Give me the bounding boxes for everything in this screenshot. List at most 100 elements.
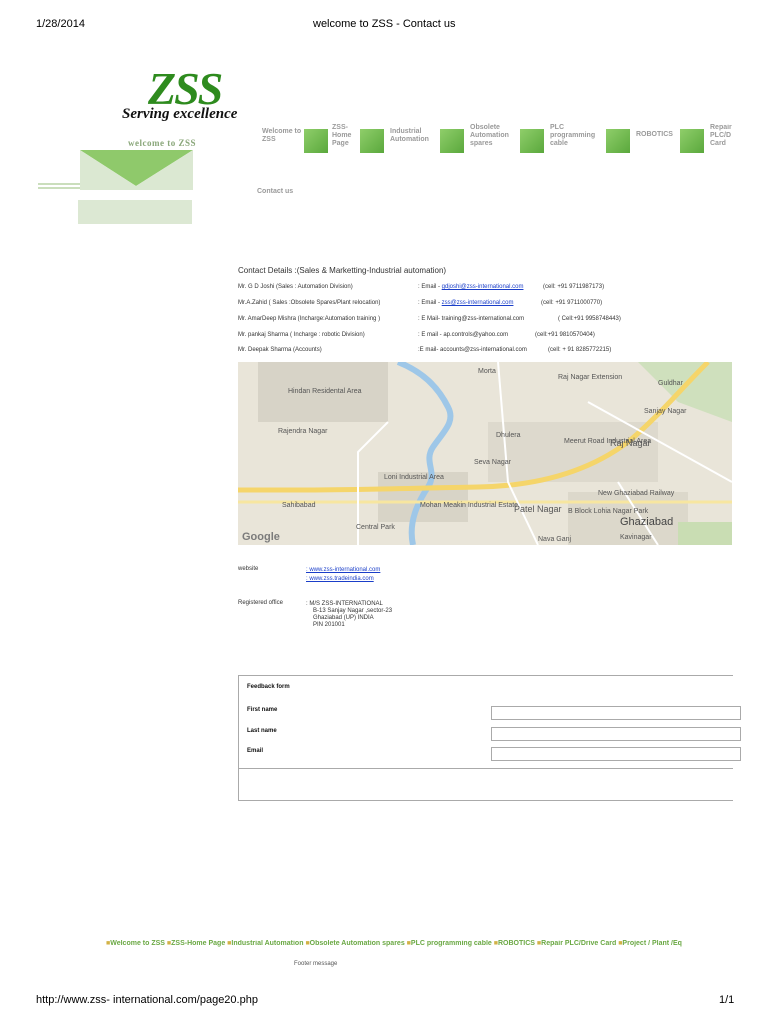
location-map[interactable]: Hindan Residental Area Rajendra Nagar Lo… (238, 362, 732, 545)
footer-link[interactable]: Industrial Automation (231, 940, 303, 947)
print-date: 1/28/2014 (36, 18, 85, 30)
map-label: Dhulera (496, 432, 521, 439)
last-name-label: Last name (247, 728, 277, 734)
map-label: Raj Nagar Extension (558, 374, 623, 381)
email-label: Email (247, 748, 264, 754)
nav-contact-us[interactable]: Contact us (257, 188, 293, 195)
email-link[interactable]: zss@zss-international.com (442, 300, 514, 306)
footer-link[interactable]: PLC programming cable (411, 940, 492, 947)
first-name-label: First name (247, 707, 278, 713)
contact-name: Mr.A.Zahid ( Sales :Obsolete Spares/Plan… (238, 300, 381, 306)
zss-logo[interactable]: ZSS Serving excellence (122, 62, 262, 128)
map-label: Meerut Road Industrial Area (564, 438, 652, 445)
footer-link[interactable]: Repair PLC/Drive Card (541, 940, 616, 947)
email-link[interactable]: gdjoshi@zss-international.com (442, 284, 524, 290)
contact-email: : E Mail- training@zss-international.com (418, 316, 524, 322)
map-label: Nava Ganj (538, 536, 572, 543)
nav-welcome[interactable]: Welcome to ZSS (262, 128, 306, 144)
map-label: Morta (478, 368, 496, 375)
nav-separator-icon (440, 129, 464, 153)
map-label: B Block Lohia Nagar Park (568, 508, 649, 515)
email-prefix: : E mail - (418, 332, 444, 338)
website-link[interactable]: : www.zss.tradeindia.com (306, 576, 374, 582)
contact-name: Mr. pankaj Sharma ( Incharge : robotic D… (238, 332, 365, 338)
map-label: Mohan Meakin Industrial Estate (420, 502, 519, 509)
envelope-icon (38, 150, 193, 190)
contact-details-title: Contact Details :(Sales & Marketting-Ind… (238, 266, 447, 275)
website-label: website (238, 566, 259, 572)
contact-name: Mr. AmarDeep Mishra (Incharge:Automation… (238, 316, 381, 322)
nav-separator-icon (680, 129, 704, 153)
map-label: Sahibabad (282, 502, 316, 509)
footer-link[interactable]: Project / Plant /Eq (622, 940, 682, 947)
contact-row: Mr. Deepak Sharma (Accounts) :E mail- ac… (238, 347, 738, 357)
contact-email: : E mail - ap.controls@yahoo.com (418, 332, 508, 338)
map-label: Guldhar (658, 380, 683, 387)
nav-repair-plc[interactable]: Repair PLC/D Card (710, 124, 732, 148)
footer-link[interactable]: ROBOTICS (498, 940, 535, 947)
google-watermark: Google (242, 531, 280, 543)
nav-separator-icon (606, 129, 630, 153)
print-url: http://www.zss- international.com/page20… (36, 994, 258, 1006)
contact-email: : Email - zss@zss-international.com (418, 300, 513, 306)
office-label: Registered office (238, 600, 283, 606)
last-name-field[interactable] (491, 727, 741, 741)
contact-cell: (cell: +91 9711000770) (541, 300, 603, 306)
nav-home-page[interactable]: ZSS- Home Page (332, 124, 356, 148)
sidebar-welcome-text: welcome to ZSS (128, 138, 196, 148)
contact-row: Mr. G D Joshi (Sales : Automation Divisi… (238, 284, 738, 294)
email-prefix: : E Mail- (418, 316, 442, 322)
footer-link[interactable]: ZSS-Home Page (171, 940, 225, 947)
footer-message: Footer message (294, 961, 338, 967)
contact-name: Mr. G D Joshi (Sales : Automation Divisi… (238, 284, 353, 290)
contact-row: Mr.A.Zahid ( Sales :Obsolete Spares/Plan… (238, 300, 738, 310)
map-label: Central Park (356, 524, 395, 531)
form-divider (239, 768, 733, 769)
nav-separator-icon (360, 129, 384, 153)
form-title: Feedback form (247, 684, 290, 690)
nav-industrial-automation[interactable]: Industrial Automation (390, 128, 434, 144)
contact-email: :E mail- accounts@zss-international.com (418, 347, 527, 353)
contact-row: Mr. pankaj Sharma ( Incharge : robotic D… (238, 332, 738, 342)
contact-name: Mr. Deepak Sharma (Accounts) (238, 347, 322, 353)
nav-separator-icon (304, 129, 328, 153)
email-text: training@zss-international.com (441, 316, 525, 322)
office-line: PIN 201001 (313, 622, 345, 628)
contact-cell: (cell: + 91 8285772215) (548, 347, 612, 353)
footer-link[interactable]: Obsolete Automation spares (310, 940, 405, 947)
map-label: Loni Industrial Area (384, 474, 444, 481)
email-field[interactable] (491, 747, 741, 761)
website-link-2[interactable]: : www.zss.tradeindia.com (306, 575, 374, 583)
map-label: Ghaziabad (620, 516, 674, 528)
footer-nav: ■Welcome to ZSS ■ZSS-Home Page ■Industri… (106, 940, 732, 950)
logo-tagline: Serving excellence (122, 106, 238, 122)
email-text: ap.controls@yahoo.com (443, 332, 509, 338)
nav-separator-icon (520, 129, 544, 153)
website-link-1[interactable]: : www.zss-international.com (306, 566, 380, 574)
nav-obsolete-spares[interactable]: Obsolete Automation spares (470, 124, 514, 148)
map-label: Kavinagar (620, 534, 652, 541)
contact-cell: ( Cell:+91 9958748443) (558, 316, 621, 322)
email-text: accounts@zss-international.com (440, 347, 527, 353)
email-prefix: :E mail- (418, 347, 441, 353)
contact-row: Mr. AmarDeep Mishra (Incharge:Automation… (238, 316, 738, 326)
website-link[interactable]: : www.zss-international.com (306, 567, 380, 573)
print-page-number: 1/1 (719, 994, 735, 1006)
feedback-form: Feedback form First name Last name Email (238, 675, 741, 801)
contact-cell: (cell: +91 9711987173) (543, 284, 605, 290)
map-label: New Ghaziabad Railway (598, 490, 675, 497)
map-label: Rajendra Nagar (278, 428, 328, 435)
footer-link[interactable]: Welcome to ZSS (110, 940, 165, 947)
sidebar-box (78, 200, 192, 224)
nav-plc-cable[interactable]: PLC programming cable (550, 124, 606, 148)
first-name-field[interactable] (491, 706, 741, 720)
contact-cell: (cell:+91 9810570404) (535, 332, 595, 338)
map-label: Patel Nagar (514, 504, 562, 514)
map-label: Hindan Residental Area (288, 388, 362, 395)
map-label: Sanjay Nagar (644, 408, 687, 415)
email-prefix: : Email - (418, 284, 442, 290)
email-prefix: : Email - (418, 300, 442, 306)
contact-email: : Email - gdjoshi@zss-international.com (418, 284, 523, 290)
map-label: Seva Nagar (474, 459, 511, 466)
nav-robotics[interactable]: ROBOTICS (636, 131, 680, 139)
